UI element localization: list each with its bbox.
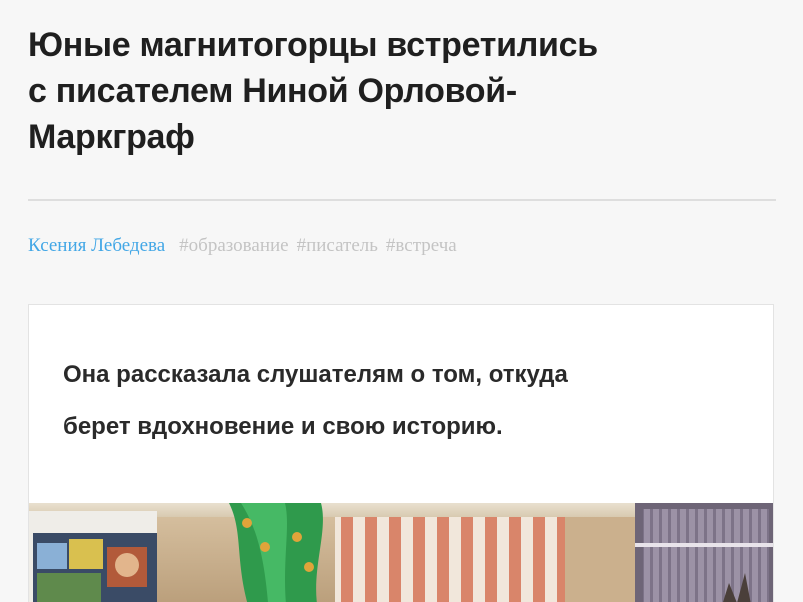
author-link[interactable]: Ксения Лебедева [28,235,165,257]
article-card: Она рассказала слушателям о том, откуда … [28,304,774,602]
article-title: Юные магнитогорцы встретились с писателе… [28,22,768,160]
article-photo[interactable] [29,503,773,602]
article-meta: Ксения Лебедева #образование #писатель #… [28,233,457,259]
tag-list: #образование #писатель #встреча [179,235,457,257]
lead-line-1: Она рассказала слушателям о том, откуда [63,361,568,388]
tag-writer[interactable]: #писатель [297,235,378,257]
tag-education[interactable]: #образование [179,235,288,257]
article-title-line-3: Маркграф [28,118,195,156]
classroom-photo-image [29,503,773,602]
article-page: Юные магнитогорцы встретились с писателе… [0,0,803,602]
lead-line-2: берет вдохновение и свою историю. [63,413,503,440]
article-title-line-2: с писателем Ниной Орловой- [28,72,517,110]
article-lead: Она рассказала слушателям о том, откуда … [63,349,743,453]
title-divider [28,199,776,201]
article-title-line-1: Юные магнитогорцы встретились [28,26,598,64]
tag-meeting[interactable]: #встреча [386,235,457,257]
